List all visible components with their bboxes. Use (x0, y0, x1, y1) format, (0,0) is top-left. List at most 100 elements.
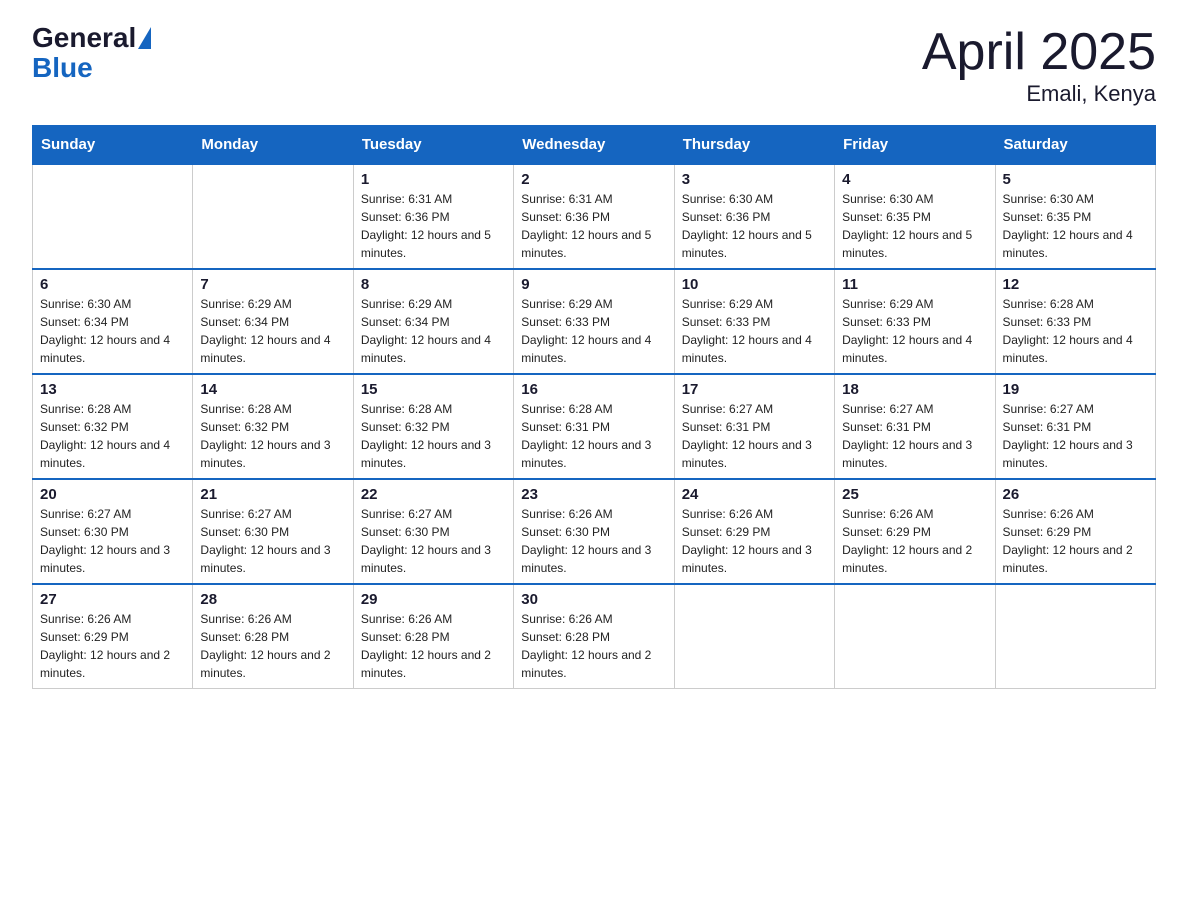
calendar-cell: 4Sunrise: 6:30 AM Sunset: 6:35 PM Daylig… (835, 164, 995, 269)
header-monday: Monday (193, 126, 353, 165)
day-number: 24 (682, 486, 827, 503)
calendar-cell: 23 Sunrise: 6:26 AM Sunset: 6:30 PM Dayli… (514, 479, 674, 584)
header-thursday: Thursday (674, 126, 834, 165)
calendar-cell: 20 Sunrise: 6:27 AM Sunset: 6:30 PM Dayli… (33, 479, 193, 584)
calendar-cell: 5 Sunrise: 6:30 AM Sunset: 6:35 PM Daylig… (995, 164, 1155, 269)
day-number: 16 (521, 381, 666, 398)
calendar-week-row: 1Sunrise: 6:31 AM Sunset: 6:36 PM Daylig… (33, 164, 1156, 269)
header-tuesday: Tuesday (353, 126, 513, 165)
day-detail: Sunrise: 6:27 AM Sunset: 6:31 PM Dayligh… (1003, 400, 1148, 472)
day-detail: Sunrise: 6:30 AM Sunset: 6:36 PM Dayligh… (682, 190, 827, 262)
day-detail: Sunrise: 6:30 AM Sunset: 6:34 PM Dayligh… (40, 295, 185, 367)
day-detail: Sunrise: 6:28 AM Sunset: 6:33 PM Dayligh… (1003, 295, 1148, 367)
calendar-cell (33, 164, 193, 269)
calendar-title: April 2025 (922, 24, 1156, 81)
day-detail: Sunrise: 6:26 AM Sunset: 6:28 PM Dayligh… (200, 610, 345, 682)
header-sunday: Sunday (33, 126, 193, 165)
day-detail: Sunrise: 6:26 AM Sunset: 6:30 PM Dayligh… (521, 505, 666, 577)
calendar-table: SundayMondayTuesdayWednesdayThursdayFrid… (32, 125, 1156, 689)
day-number: 12 (1003, 276, 1148, 293)
title-block: April 2025 Emali, Kenya (922, 24, 1156, 107)
day-detail: Sunrise: 6:27 AM Sunset: 6:30 PM Dayligh… (361, 505, 506, 577)
day-number: 5 (1003, 171, 1148, 188)
day-number: 6 (40, 276, 185, 293)
day-number: 19 (1003, 381, 1148, 398)
day-number: 29 (361, 591, 506, 608)
header-friday: Friday (835, 126, 995, 165)
calendar-week-row: 27 Sunrise: 6:26 AM Sunset: 6:29 PM Dayli… (33, 584, 1156, 689)
calendar-cell: 30 Sunrise: 6:26 AM Sunset: 6:28 PM Dayli… (514, 584, 674, 689)
logo: General Blue (32, 24, 152, 84)
calendar-cell: 29Sunrise: 6:26 AM Sunset: 6:28 PM Dayli… (353, 584, 513, 689)
calendar-cell: 21 Sunrise: 6:27 AM Sunset: 6:30 PM Dayli… (193, 479, 353, 584)
day-number: 10 (682, 276, 827, 293)
day-number: 8 (361, 276, 506, 293)
day-detail: Sunrise: 6:28 AM Sunset: 6:32 PM Dayligh… (40, 400, 185, 472)
day-number: 21 (200, 486, 345, 503)
top-bar: General Blue April 2025 Emali, Kenya (32, 24, 1156, 107)
day-detail: Sunrise: 6:30 AM Sunset: 6:35 PM Dayligh… (1003, 190, 1148, 262)
calendar-week-row: 13 Sunrise: 6:28 AM Sunset: 6:32 PM Dayli… (33, 374, 1156, 479)
day-number: 9 (521, 276, 666, 293)
day-number: 14 (200, 381, 345, 398)
day-number: 20 (40, 486, 185, 503)
day-detail: Sunrise: 6:26 AM Sunset: 6:29 PM Dayligh… (682, 505, 827, 577)
day-detail: Sunrise: 6:29 AM Sunset: 6:33 PM Dayligh… (521, 295, 666, 367)
day-detail: Sunrise: 6:27 AM Sunset: 6:31 PM Dayligh… (842, 400, 987, 472)
day-number: 30 (521, 591, 666, 608)
day-detail: Sunrise: 6:27 AM Sunset: 6:31 PM Dayligh… (682, 400, 827, 472)
day-detail: Sunrise: 6:31 AM Sunset: 6:36 PM Dayligh… (521, 190, 666, 262)
day-number: 2 (521, 171, 666, 188)
day-detail: Sunrise: 6:27 AM Sunset: 6:30 PM Dayligh… (200, 505, 345, 577)
day-number: 13 (40, 381, 185, 398)
day-detail: Sunrise: 6:26 AM Sunset: 6:29 PM Dayligh… (40, 610, 185, 682)
day-detail: Sunrise: 6:28 AM Sunset: 6:32 PM Dayligh… (361, 400, 506, 472)
day-number: 15 (361, 381, 506, 398)
day-number: 27 (40, 591, 185, 608)
day-detail: Sunrise: 6:28 AM Sunset: 6:31 PM Dayligh… (521, 400, 666, 472)
calendar-cell: 28 Sunrise: 6:26 AM Sunset: 6:28 PM Dayli… (193, 584, 353, 689)
calendar-cell: 1Sunrise: 6:31 AM Sunset: 6:36 PM Daylig… (353, 164, 513, 269)
calendar-cell: 18 Sunrise: 6:27 AM Sunset: 6:31 PM Dayli… (835, 374, 995, 479)
day-number: 18 (842, 381, 987, 398)
day-number: 7 (200, 276, 345, 293)
logo-general-text: General (32, 24, 136, 52)
calendar-cell (835, 584, 995, 689)
calendar-cell: 3 Sunrise: 6:30 AM Sunset: 6:36 PM Daylig… (674, 164, 834, 269)
day-number: 28 (200, 591, 345, 608)
day-detail: Sunrise: 6:29 AM Sunset: 6:34 PM Dayligh… (361, 295, 506, 367)
calendar-cell: 6 Sunrise: 6:30 AM Sunset: 6:34 PM Daylig… (33, 269, 193, 374)
day-detail: Sunrise: 6:26 AM Sunset: 6:28 PM Dayligh… (521, 610, 666, 682)
day-number: 11 (842, 276, 987, 293)
day-detail: Sunrise: 6:28 AM Sunset: 6:32 PM Dayligh… (200, 400, 345, 472)
calendar-cell: 26Sunrise: 6:26 AM Sunset: 6:29 PM Dayli… (995, 479, 1155, 584)
calendar-cell: 22 Sunrise: 6:27 AM Sunset: 6:30 PM Dayli… (353, 479, 513, 584)
logo-blue-text: Blue (32, 52, 93, 84)
calendar-cell: 15 Sunrise: 6:28 AM Sunset: 6:32 PM Dayli… (353, 374, 513, 479)
day-number: 17 (682, 381, 827, 398)
calendar-cell: 12 Sunrise: 6:28 AM Sunset: 6:33 PM Dayli… (995, 269, 1155, 374)
day-number: 23 (521, 486, 666, 503)
calendar-cell: 8 Sunrise: 6:29 AM Sunset: 6:34 PM Daylig… (353, 269, 513, 374)
calendar-cell: 17 Sunrise: 6:27 AM Sunset: 6:31 PM Dayli… (674, 374, 834, 479)
day-number: 4 (842, 171, 987, 188)
day-detail: Sunrise: 6:29 AM Sunset: 6:33 PM Dayligh… (682, 295, 827, 367)
day-detail: Sunrise: 6:26 AM Sunset: 6:29 PM Dayligh… (1003, 505, 1148, 577)
logo-triangle-icon (138, 27, 151, 49)
day-number: 22 (361, 486, 506, 503)
calendar-cell (995, 584, 1155, 689)
calendar-cell: 7Sunrise: 6:29 AM Sunset: 6:34 PM Daylig… (193, 269, 353, 374)
calendar-cell: 11Sunrise: 6:29 AM Sunset: 6:33 PM Dayli… (835, 269, 995, 374)
day-detail: Sunrise: 6:27 AM Sunset: 6:30 PM Dayligh… (40, 505, 185, 577)
header-wednesday: Wednesday (514, 126, 674, 165)
day-number: 25 (842, 486, 987, 503)
calendar-week-row: 6 Sunrise: 6:30 AM Sunset: 6:34 PM Daylig… (33, 269, 1156, 374)
calendar-cell: 19 Sunrise: 6:27 AM Sunset: 6:31 PM Dayli… (995, 374, 1155, 479)
calendar-header-row: SundayMondayTuesdayWednesdayThursdayFrid… (33, 126, 1156, 165)
day-number: 3 (682, 171, 827, 188)
calendar-cell: 14 Sunrise: 6:28 AM Sunset: 6:32 PM Dayli… (193, 374, 353, 479)
calendar-cell (193, 164, 353, 269)
logo-text: General (32, 24, 152, 52)
calendar-cell (674, 584, 834, 689)
calendar-cell: 13 Sunrise: 6:28 AM Sunset: 6:32 PM Dayli… (33, 374, 193, 479)
